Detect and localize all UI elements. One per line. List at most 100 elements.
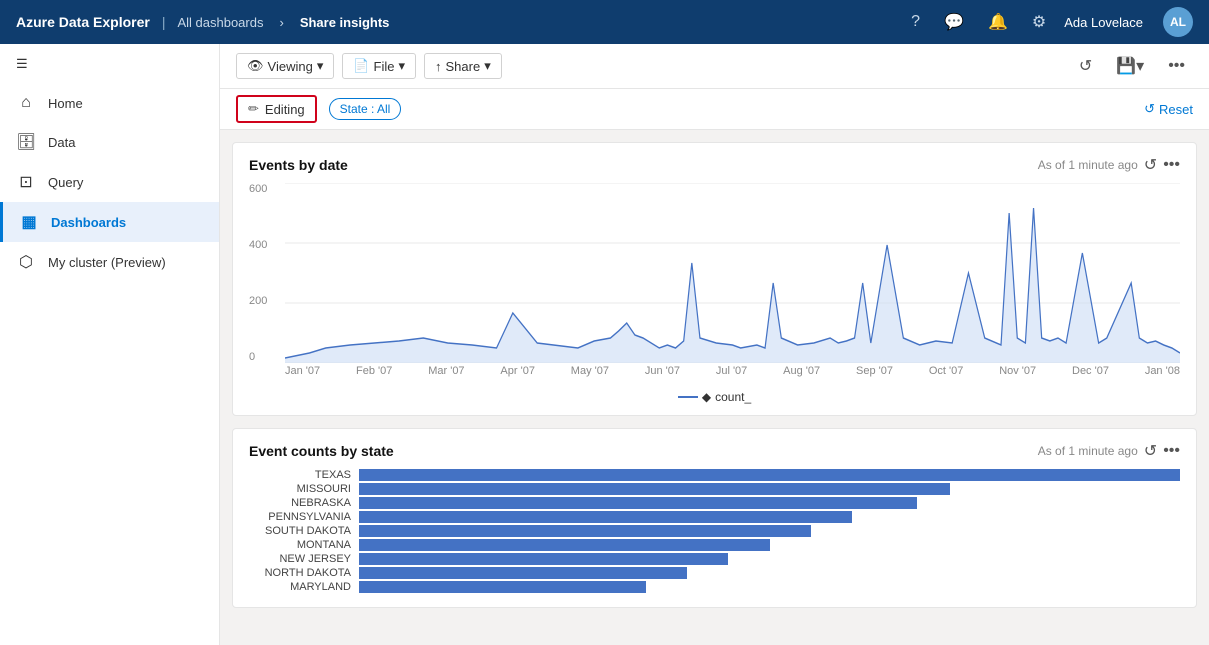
bar-row-south-dakota: SOUTH DAKOTA [249, 525, 1180, 537]
more-options-button[interactable]: ••• [1160, 53, 1193, 79]
sidebar-item-home[interactable]: ⌂ Home [0, 84, 219, 122]
refresh-button[interactable]: ↺ [1071, 52, 1100, 80]
file-chevron-icon: ▾ [398, 58, 405, 74]
breadcrumb-current: Share insights [300, 15, 390, 30]
bar-label-montana: MONTANA [249, 539, 359, 551]
bar-row-north-dakota: NORTH DAKOTA [249, 567, 1180, 579]
x-label-feb07: Feb '07 [356, 365, 392, 377]
sidebar-item-query-label: Query [48, 175, 83, 190]
chart-legend: ◆ count_ [249, 387, 1180, 404]
bar-row-missouri: MISSOURI [249, 483, 1180, 495]
sidebar-item-home-label: Home [48, 96, 83, 111]
y-label-0: 0 [249, 351, 285, 363]
events-chart-area: 0 200 400 600 [249, 183, 1180, 403]
top-nav: Azure Data Explorer | All dashboards › S… [0, 0, 1209, 44]
x-label-jun07: Jun '07 [645, 365, 680, 377]
x-label-apr07: Apr '07 [500, 365, 535, 377]
panel-meta-events: As of 1 minute ago [1038, 158, 1138, 172]
sidebar-item-data-label: Data [48, 135, 75, 150]
x-label-dec07: Dec '07 [1072, 365, 1109, 377]
nav-separator: | [162, 14, 166, 30]
bar-fill-maryland [359, 581, 646, 593]
query-icon: ⊡ [16, 172, 36, 192]
panel-title-events: Events by date [249, 157, 348, 173]
reset-icon: ↺ [1144, 101, 1155, 117]
breadcrumb-all-dashboards[interactable]: All dashboards [177, 15, 263, 30]
toolbar: 👁 Viewing ▾ 📄 File ▾ ↑ Share ▾ ↺ 💾▾ ••• [220, 44, 1209, 89]
refresh-events-icon[interactable]: ↺ [1144, 155, 1157, 175]
x-label-jul07: Jul '07 [716, 365, 747, 377]
x-axis-labels: Jan '07 Feb '07 Mar '07 Apr '07 May '07 … [285, 365, 1180, 377]
x-label-nov07: Nov '07 [999, 365, 1036, 377]
bar-fill-south-dakota [359, 525, 811, 537]
refresh-states-icon[interactable]: ↺ [1144, 441, 1157, 461]
panel-title-states: Event counts by state [249, 443, 394, 459]
bar-fill-texas [359, 469, 1180, 481]
bar-label-texas: TEXAS [249, 469, 359, 481]
dashboard-area: Events by date As of 1 minute ago ↺ ••• … [220, 130, 1209, 645]
editing-label: Editing [265, 102, 305, 117]
breadcrumb-chevron: › [279, 15, 283, 30]
share-label: Share [446, 59, 481, 74]
bar-fill-new-jersey [359, 553, 728, 565]
event-counts-by-state-panel: Event counts by state As of 1 minute ago… [232, 428, 1197, 608]
bar-label-new-jersey: NEW JERSEY [249, 553, 359, 565]
viewing-label: Viewing [268, 59, 313, 74]
main-content: 👁 Viewing ▾ 📄 File ▾ ↑ Share ▾ ↺ 💾▾ ••• … [220, 44, 1209, 645]
reset-button[interactable]: ↺ Reset [1144, 101, 1193, 117]
feedback-icon[interactable]: 💬 [944, 12, 964, 32]
x-label-aug07: Aug '07 [783, 365, 820, 377]
bar-fill-missouri [359, 483, 950, 495]
y-label-400: 400 [249, 239, 285, 251]
bar-label-south-dakota: SOUTH DAKOTA [249, 525, 359, 537]
share-button[interactable]: ↑ Share ▾ [424, 53, 502, 79]
home-icon: ⌂ [16, 94, 36, 112]
help-icon[interactable]: ? [911, 13, 920, 31]
editing-box[interactable]: ✏ Editing [236, 95, 317, 123]
hamburger-menu[interactable]: ☰ [0, 44, 219, 84]
bar-fill-pennsylvania [359, 511, 852, 523]
file-label: File [374, 59, 395, 74]
sidebar-item-cluster-label: My cluster (Preview) [48, 255, 166, 270]
sidebar-item-data[interactable]: 🗄 Data [0, 122, 219, 162]
bar-label-pennsylvania: PENNSYLVANIA [249, 511, 359, 523]
user-avatar[interactable]: AL [1163, 7, 1193, 37]
bar-label-missouri: MISSOURI [249, 483, 359, 495]
save-button[interactable]: 💾▾ [1108, 52, 1152, 80]
bar-label-nebraska: NEBRASKA [249, 497, 359, 509]
bar-fill-montana [359, 539, 770, 551]
share-icon: ↑ [435, 59, 442, 74]
state-filter[interactable]: State : All [329, 98, 402, 120]
x-label-jan08: Jan '08 [1145, 365, 1180, 377]
x-label-may07: May '07 [571, 365, 609, 377]
x-label-sep07: Sep '07 [856, 365, 893, 377]
file-button[interactable]: 📄 File ▾ [342, 53, 416, 79]
legend-label: count_ [715, 390, 751, 404]
x-label-mar07: Mar '07 [428, 365, 464, 377]
notifications-icon[interactable]: 🔔 [988, 12, 1008, 32]
viewing-chevron-icon: ▾ [317, 58, 324, 74]
bar-row-nebraska: NEBRASKA [249, 497, 1180, 509]
sidebar-item-query[interactable]: ⊡ Query [0, 162, 219, 202]
edit-icon: ✏ [248, 101, 259, 117]
reset-label: Reset [1159, 102, 1193, 117]
bar-row-new-jersey: NEW JERSEY [249, 553, 1180, 565]
sidebar-item-cluster[interactable]: ⬡ My cluster (Preview) [0, 242, 219, 282]
more-events-icon[interactable]: ••• [1163, 156, 1180, 174]
bar-row-maryland: MARYLAND [249, 581, 1180, 593]
viewing-button[interactable]: 👁 Viewing ▾ [236, 53, 334, 79]
cluster-icon: ⬡ [16, 252, 36, 272]
share-chevron-icon: ▾ [484, 58, 491, 74]
sidebar-item-dashboards-label: Dashboards [51, 215, 126, 230]
dashboards-icon: ▦ [19, 212, 39, 232]
sidebar-item-dashboards[interactable]: ▦ Dashboards [0, 202, 219, 242]
bar-row-pennsylvania: PENNSYLVANIA [249, 511, 1180, 523]
user-name: Ada Lovelace [1064, 15, 1143, 30]
bar-label-maryland: MARYLAND [249, 581, 359, 593]
more-states-icon[interactable]: ••• [1163, 442, 1180, 460]
settings-icon[interactable]: ⚙ [1032, 12, 1046, 32]
sidebar: ☰ ⌂ Home 🗄 Data ⊡ Query ▦ Dashboards ⬡ M… [0, 44, 220, 645]
x-label-oct07: Oct '07 [929, 365, 964, 377]
bar-label-north-dakota: NORTH DAKOTA [249, 567, 359, 579]
file-icon: 📄 [353, 58, 369, 74]
